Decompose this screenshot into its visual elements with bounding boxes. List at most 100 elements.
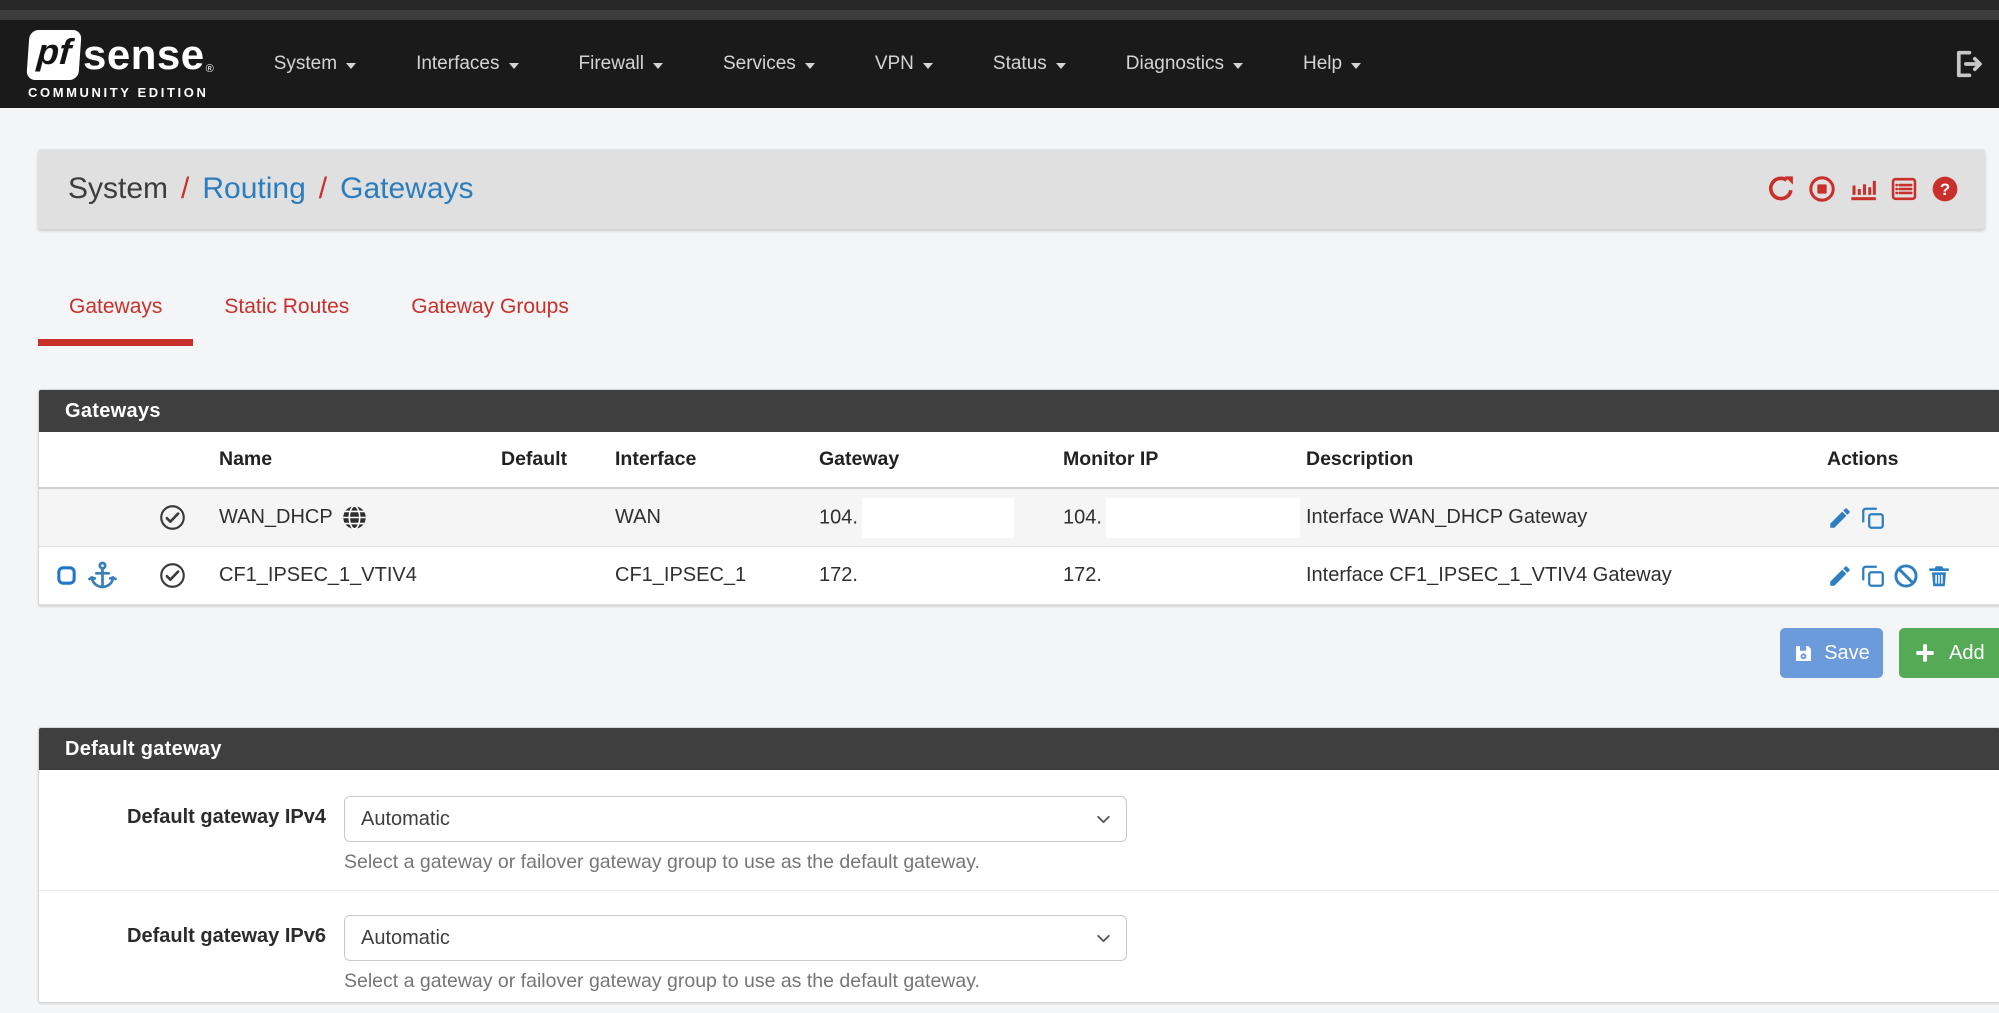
gateway-online-check-icon bbox=[159, 504, 186, 531]
edit-gateway-icon[interactable] bbox=[1827, 505, 1853, 531]
default-gateway-globe-icon bbox=[341, 504, 368, 531]
caret-down-icon bbox=[1233, 63, 1243, 69]
col-header-default: Default bbox=[501, 432, 615, 488]
default-gateway-ipv6-label: Default gateway IPv6 bbox=[39, 915, 344, 993]
gateway-name: CF1_IPSEC_1_VTIV4 bbox=[219, 564, 417, 586]
table-header-row: Name Default Interface Gateway Monitor I… bbox=[39, 432, 1999, 488]
redacted-monitor-value bbox=[1106, 498, 1300, 538]
default-gateway-ipv4-label: Default gateway IPv4 bbox=[39, 796, 344, 874]
breadcrumb-separator: / bbox=[319, 172, 327, 206]
sign-out-icon[interactable] bbox=[1951, 47, 1985, 81]
svg-text:?: ? bbox=[1940, 180, 1950, 199]
log-list-icon[interactable] bbox=[1890, 175, 1918, 203]
nav-status[interactable]: Status bbox=[963, 53, 1096, 75]
gateway-address: 172. bbox=[819, 564, 858, 586]
tab-gateway-groups[interactable]: Gateway Groups bbox=[380, 287, 600, 346]
sense-logo-text: sense bbox=[83, 34, 205, 76]
chart-icon[interactable] bbox=[1849, 175, 1877, 203]
breadcrumb: System / Routing / Gateways bbox=[68, 172, 474, 206]
nav-diagnostics[interactable]: Diagnostics bbox=[1096, 53, 1273, 75]
col-header-gateway: Gateway bbox=[819, 432, 1063, 488]
delete-gateway-icon[interactable] bbox=[1926, 563, 1952, 589]
community-edition-label: COMMUNITY EDITION bbox=[28, 85, 214, 100]
copy-gateway-icon[interactable] bbox=[1860, 505, 1886, 531]
selected-value: Automatic bbox=[361, 808, 450, 831]
monitor-ip: 172. bbox=[1063, 564, 1102, 586]
help-icon[interactable]: ? bbox=[1931, 175, 1959, 203]
table-row-wan-dhcp: WAN_DHCP WAN 104. 104. Interface WAN_DHC… bbox=[39, 488, 1999, 547]
copy-gateway-icon[interactable] bbox=[1860, 563, 1886, 589]
caret-down-icon bbox=[346, 63, 356, 69]
caret-down-icon bbox=[509, 63, 519, 69]
gateway-interface: CF1_IPSEC_1 bbox=[615, 547, 819, 605]
pfsense-logo[interactable]: pf sense ® COMMUNITY EDITION bbox=[28, 29, 214, 100]
breadcrumb-panel: System / Routing / Gateways ? bbox=[38, 149, 1985, 229]
selected-value: Automatic bbox=[361, 927, 450, 950]
gateway-default-cell bbox=[501, 547, 615, 605]
pfsense-logo-row: pf sense ® bbox=[28, 29, 214, 81]
nav-firewall[interactable]: Firewall bbox=[549, 53, 693, 75]
gateway-interface: WAN bbox=[615, 488, 819, 547]
disable-gateway-icon[interactable] bbox=[1893, 563, 1919, 589]
nav-vpn[interactable]: VPN bbox=[845, 53, 963, 75]
caret-down-icon bbox=[1351, 63, 1361, 69]
gateways-table: Name Default Interface Gateway Monitor I… bbox=[39, 432, 1999, 605]
chevron-down-icon bbox=[1095, 930, 1112, 947]
refresh-icon[interactable] bbox=[1767, 175, 1795, 203]
nav-services[interactable]: Services bbox=[693, 53, 845, 75]
gateways-panel-title: Gateways bbox=[39, 390, 1999, 432]
edit-gateway-icon[interactable] bbox=[1827, 563, 1853, 589]
add-button[interactable]: Add bbox=[1899, 628, 1999, 678]
main-menu: System Interfaces Firewall Services VPN … bbox=[244, 53, 1391, 75]
top-navbar: pf sense ® COMMUNITY EDITION System Inte… bbox=[0, 20, 1999, 108]
col-header-monitor-ip: Monitor IP bbox=[1063, 432, 1306, 488]
tab-gateways[interactable]: Gateways bbox=[38, 287, 193, 346]
window-chrome-strip bbox=[0, 10, 1999, 20]
nav-help[interactable]: Help bbox=[1273, 53, 1391, 75]
checkbox-icon[interactable] bbox=[55, 564, 78, 587]
stop-icon[interactable] bbox=[1808, 175, 1836, 203]
chevron-down-icon bbox=[1095, 811, 1112, 828]
col-header-description: Description bbox=[1306, 432, 1827, 488]
default-gateway-panel: Default gateway Default gateway IPv4 Aut… bbox=[38, 727, 1999, 1003]
gateway-description: Interface CF1_IPSEC_1_VTIV4 Gateway bbox=[1306, 547, 1827, 605]
col-header-actions: Actions bbox=[1827, 432, 1999, 488]
breadcrumb-action-icons: ? bbox=[1767, 175, 1959, 203]
monitor-ip: 104. bbox=[1063, 506, 1102, 528]
redacted-gateway-value bbox=[862, 498, 1014, 538]
breadcrumb-routing-link[interactable]: Routing bbox=[202, 172, 305, 206]
caret-down-icon bbox=[653, 63, 663, 69]
gateway-online-check-icon bbox=[159, 562, 186, 589]
table-row-cf1-ipsec: CF1_IPSEC_1_VTIV4 CF1_IPSEC_1 172. 172. … bbox=[39, 547, 1999, 605]
anchor-icon[interactable] bbox=[87, 560, 118, 591]
nav-interfaces[interactable]: Interfaces bbox=[386, 53, 548, 75]
col-header-interface: Interface bbox=[615, 432, 819, 488]
plus-icon bbox=[1914, 642, 1936, 664]
pf-logo-mark: pf bbox=[26, 30, 81, 80]
gateway-description: Interface WAN_DHCP Gateway bbox=[1306, 488, 1827, 547]
pfsense-gateways-page: pf sense ® COMMUNITY EDITION System Inte… bbox=[0, 0, 1999, 1013]
default-gateway-ipv6-help: Select a gateway or failover gateway gro… bbox=[344, 969, 1127, 993]
gateway-address: 104. bbox=[819, 506, 858, 528]
caret-down-icon bbox=[923, 63, 933, 69]
gateways-panel: Gateways Name Default Interface Gateway … bbox=[38, 389, 1999, 606]
default-gateway-panel-title: Default gateway bbox=[39, 728, 1999, 770]
nav-system[interactable]: System bbox=[244, 53, 386, 75]
registered-mark: ® bbox=[206, 63, 214, 75]
breadcrumb-system: System bbox=[68, 172, 168, 206]
gateway-name: WAN_DHCP bbox=[219, 506, 333, 529]
tab-static-routes[interactable]: Static Routes bbox=[193, 287, 380, 346]
default-gateway-ipv4-select[interactable]: Automatic bbox=[344, 796, 1127, 842]
routing-tabs: Gateways Static Routes Gateway Groups bbox=[38, 287, 600, 346]
window-top-strip bbox=[0, 0, 1999, 10]
default-gateway-ipv6-row: Default gateway IPv6 Automatic Select a … bbox=[39, 890, 1999, 1005]
caret-down-icon bbox=[1056, 63, 1066, 69]
default-gateway-ipv4-row: Default gateway IPv4 Automatic Select a … bbox=[39, 770, 1999, 890]
default-gateway-ipv4-help: Select a gateway or failover gateway gro… bbox=[344, 850, 1127, 874]
save-icon bbox=[1793, 643, 1814, 664]
col-header-name: Name bbox=[219, 432, 501, 488]
breadcrumb-separator: / bbox=[181, 172, 189, 206]
default-gateway-ipv6-select[interactable]: Automatic bbox=[344, 915, 1127, 961]
breadcrumb-gateways-link[interactable]: Gateways bbox=[340, 172, 473, 206]
save-button[interactable]: Save bbox=[1780, 628, 1883, 678]
